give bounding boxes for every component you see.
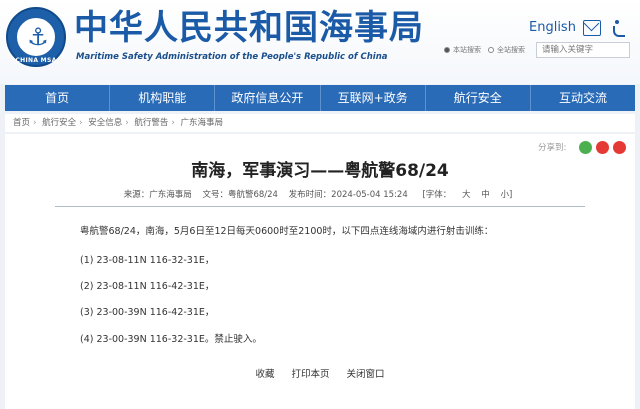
site-subtitle: Maritime Safety Administration of the Pe…	[76, 52, 388, 62]
breadcrumb-separator: ›	[79, 118, 83, 128]
article-title: 南海，军事演习——粤航警68/24	[191, 161, 449, 181]
breadcrumb: 首页 › 航行安全 › 安全信息 › 航行警告 › 广东海事局	[5, 114, 635, 132]
coordinate-point-4: (4) 23-00-39N 116-32-31E。禁止驶入。	[80, 334, 262, 345]
radio-all-search[interactable]	[488, 47, 494, 53]
share-label: 分享到:	[538, 143, 567, 153]
mail-icon[interactable]	[583, 20, 601, 36]
breadcrumb-nav-warnings[interactable]: 航行警告	[134, 118, 168, 128]
logo-text: CHINA MSA	[15, 57, 57, 64]
wechat-share-icon[interactable]	[579, 141, 592, 154]
main-nav: 首页 机构职能 政府信息公开 互联网+政务 航行安全 互动交流	[5, 85, 635, 111]
font-size-small[interactable]: 小]	[500, 190, 512, 200]
article-publish-time: 发布时间：2024-05-04 15:24	[288, 190, 408, 200]
logo-emblem: ⚓	[15, 16, 57, 58]
meta-divider	[55, 206, 585, 207]
article-actions: 收藏 打印本页 关闭窗口	[5, 366, 635, 380]
font-size-label: [字体：	[422, 190, 452, 200]
nav-item-interaction[interactable]: 互动交流	[531, 85, 635, 111]
nav-item-gov-info[interactable]: 政府信息公开	[215, 85, 321, 111]
article-panel: 分享到: 南海，军事演习——粤航警68/24 来源：广东海事局 文号：粤航警68…	[5, 134, 635, 409]
msa-logo[interactable]: ⚓ CHINA MSA	[6, 7, 66, 67]
breadcrumb-navigation-safety[interactable]: 航行安全	[42, 118, 76, 128]
font-size-large[interactable]: 大	[462, 190, 471, 200]
radio-site-search[interactable]	[444, 47, 450, 53]
article-intro: 粤航警68/24，南海，5月6日至12日每天0600时至2100时，以下四点连线…	[80, 226, 494, 237]
close-window-button[interactable]: 关闭窗口	[347, 369, 385, 380]
search-scope-all[interactable]: 全站搜索	[488, 45, 525, 55]
nav-item-home[interactable]: 首页	[5, 85, 111, 111]
qq-share-icon[interactable]	[613, 141, 626, 154]
font-size-control: [字体： 大 中 小]	[418, 190, 516, 200]
weibo-share-icon[interactable]	[596, 141, 609, 154]
print-button[interactable]: 打印本页	[291, 369, 329, 380]
nav-item-internet-gov[interactable]: 互联网+政务	[321, 85, 426, 111]
font-size-medium[interactable]: 中	[481, 190, 490, 200]
article-meta: 来源：广东海事局 文号：粤航警68/24 发布时间：2024-05-04 15:…	[5, 188, 635, 200]
coordinate-point-2: (2) 23-08-11N 116-42-31E，	[80, 281, 215, 292]
nav-item-navigation-safety[interactable]: 航行安全	[426, 85, 531, 111]
breadcrumb-guangdong-msa[interactable]: 广东海事局	[181, 118, 224, 128]
article-doc-number: 文号：粤航警68/24	[202, 190, 278, 200]
favorite-button[interactable]: 收藏	[255, 369, 274, 380]
search-scope-site-label: 本站搜索	[453, 46, 481, 54]
english-link[interactable]: English	[529, 20, 576, 35]
search-scope-site[interactable]: 本站搜索	[444, 45, 481, 55]
search-input[interactable]	[536, 42, 630, 58]
nav-item-organization[interactable]: 机构职能	[110, 85, 216, 111]
coordinate-point-3: (3) 23-00-39N 116-42-31E，	[80, 307, 215, 318]
breadcrumb-separator: ›	[33, 118, 37, 128]
breadcrumb-safety-info[interactable]: 安全信息	[88, 118, 122, 128]
site-header: ⚓ CHINA MSA 中华人民共和国海事局 Maritime Safety A…	[0, 0, 640, 84]
coordinate-point-1: (1) 23-08-11N 116-32-31E，	[80, 255, 215, 266]
search-scope-all-label: 全站搜索	[497, 46, 525, 54]
site-title: 中华人民共和国海事局	[74, 8, 424, 48]
accessibility-icon[interactable]	[611, 20, 629, 37]
breadcrumb-separator: ›	[171, 118, 175, 128]
breadcrumb-separator: ›	[125, 118, 129, 128]
article-source: 来源：广东海事局	[123, 190, 192, 200]
breadcrumb-home[interactable]: 首页	[13, 118, 30, 128]
anchor-icon: ⚓	[27, 23, 49, 51]
